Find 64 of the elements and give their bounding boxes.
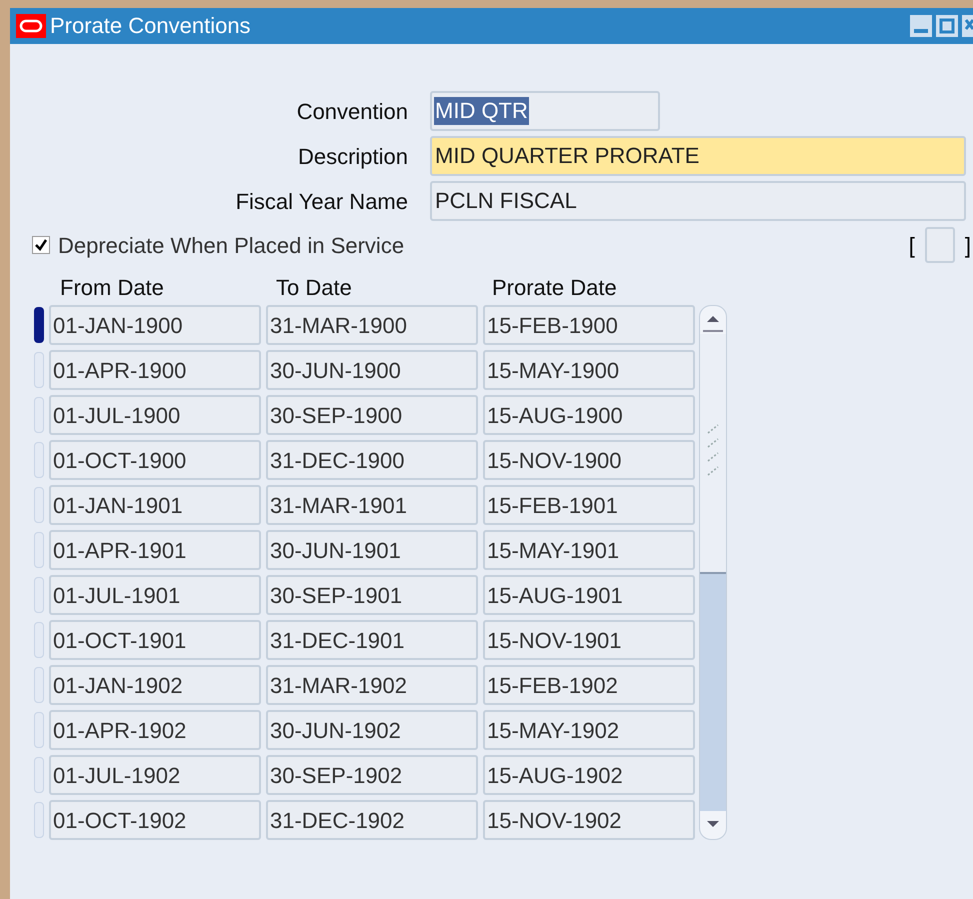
date-field[interactable]: 30-JUN-1900 xyxy=(266,350,478,390)
column-header: From Date xyxy=(59,277,165,299)
date-field[interactable]: 01-JUL-1901 xyxy=(49,575,261,615)
context-field[interactable] xyxy=(924,227,955,263)
field-value: MID QTR xyxy=(434,97,529,125)
date-field[interactable]: 15-AUG-1902 xyxy=(483,755,695,795)
date-field[interactable]: 30-JUN-1901 xyxy=(266,530,478,570)
checkbox[interactable] xyxy=(32,236,50,254)
checkbox-label: Depreciate When Placed in Service xyxy=(58,232,404,260)
date-field[interactable]: 30-SEP-1901 xyxy=(266,575,478,615)
field-label: Fiscal Year Name xyxy=(234,188,408,216)
date-field[interactable]: 15-AUG-1900 xyxy=(483,395,695,435)
scroll-thumb[interactable] xyxy=(700,334,726,574)
date-field[interactable]: 30-SEP-1900 xyxy=(266,395,478,435)
scroll-down-icon[interactable] xyxy=(700,811,726,839)
scroll-up-icon[interactable] xyxy=(700,306,726,334)
date-field[interactable]: 15-MAY-1900 xyxy=(483,350,695,390)
field-label: Description xyxy=(296,142,408,171)
column-header: To Date xyxy=(275,277,353,299)
scrollbar[interactable] xyxy=(699,305,727,840)
text-field[interactable]: MID QUARTER PRORATE xyxy=(430,136,966,176)
date-field[interactable]: 15-MAY-1901 xyxy=(483,530,695,570)
date-field[interactable]: 31-MAR-1901 xyxy=(266,485,478,525)
logo-icon xyxy=(16,14,46,38)
date-field[interactable]: 01-OCT-1902 xyxy=(49,800,261,840)
checkmark-icon xyxy=(34,238,48,252)
date-field[interactable]: 31-MAR-1902 xyxy=(266,665,478,705)
date-field[interactable]: 15-FEB-1902 xyxy=(483,665,695,705)
date-field[interactable]: 31-DEC-1900 xyxy=(266,440,478,480)
date-field[interactable]: 30-SEP-1902 xyxy=(266,755,478,795)
date-field[interactable]: 01-JUL-1900 xyxy=(49,395,261,435)
close-icon[interactable] xyxy=(962,15,973,37)
field-value: MID QUARTER PRORATE xyxy=(434,142,700,170)
text-field[interactable]: PCLN FISCAL xyxy=(430,181,966,221)
date-field[interactable]: 01-JAN-1902 xyxy=(49,665,261,705)
field-value: PCLN FISCAL xyxy=(434,187,578,215)
date-field[interactable]: 01-APR-1902 xyxy=(49,710,261,750)
date-field[interactable]: 31-DEC-1901 xyxy=(266,620,478,660)
text-field[interactable]: MID QTR xyxy=(430,91,660,131)
column-header: Prorate Date xyxy=(491,277,618,299)
date-field[interactable]: 01-APR-1901 xyxy=(49,530,261,570)
field-label: Convention xyxy=(296,98,408,126)
date-field[interactable]: 01-OCT-1901 xyxy=(49,620,261,660)
date-field[interactable]: 01-JAN-1900 xyxy=(49,305,261,345)
window-title: Prorate Conventions xyxy=(50,15,251,37)
bracket: ] xyxy=(964,232,971,260)
date-field[interactable]: 30-JUN-1902 xyxy=(266,710,478,750)
date-field[interactable]: 31-MAR-1900 xyxy=(266,305,478,345)
date-field[interactable]: 01-JAN-1901 xyxy=(49,485,261,525)
date-field[interactable]: 01-OCT-1900 xyxy=(49,440,261,480)
date-field[interactable]: 15-AUG-1901 xyxy=(483,575,695,615)
date-field[interactable]: 31-DEC-1902 xyxy=(266,800,478,840)
date-field[interactable]: 15-MAY-1902 xyxy=(483,710,695,750)
date-field[interactable]: 15-FEB-1901 xyxy=(483,485,695,525)
date-field[interactable]: 15-FEB-1900 xyxy=(483,305,695,345)
maximize-icon[interactable] xyxy=(936,15,958,37)
date-field[interactable]: 15-NOV-1902 xyxy=(483,800,695,840)
minimize-icon[interactable] xyxy=(910,15,932,37)
date-field[interactable]: 01-APR-1900 xyxy=(49,350,261,390)
row-selector[interactable] xyxy=(34,307,44,343)
bracket: [ xyxy=(908,232,915,260)
date-field[interactable]: 15-NOV-1901 xyxy=(483,620,695,660)
date-field[interactable]: 15-NOV-1900 xyxy=(483,440,695,480)
date-field[interactable]: 01-JUL-1902 xyxy=(49,755,261,795)
